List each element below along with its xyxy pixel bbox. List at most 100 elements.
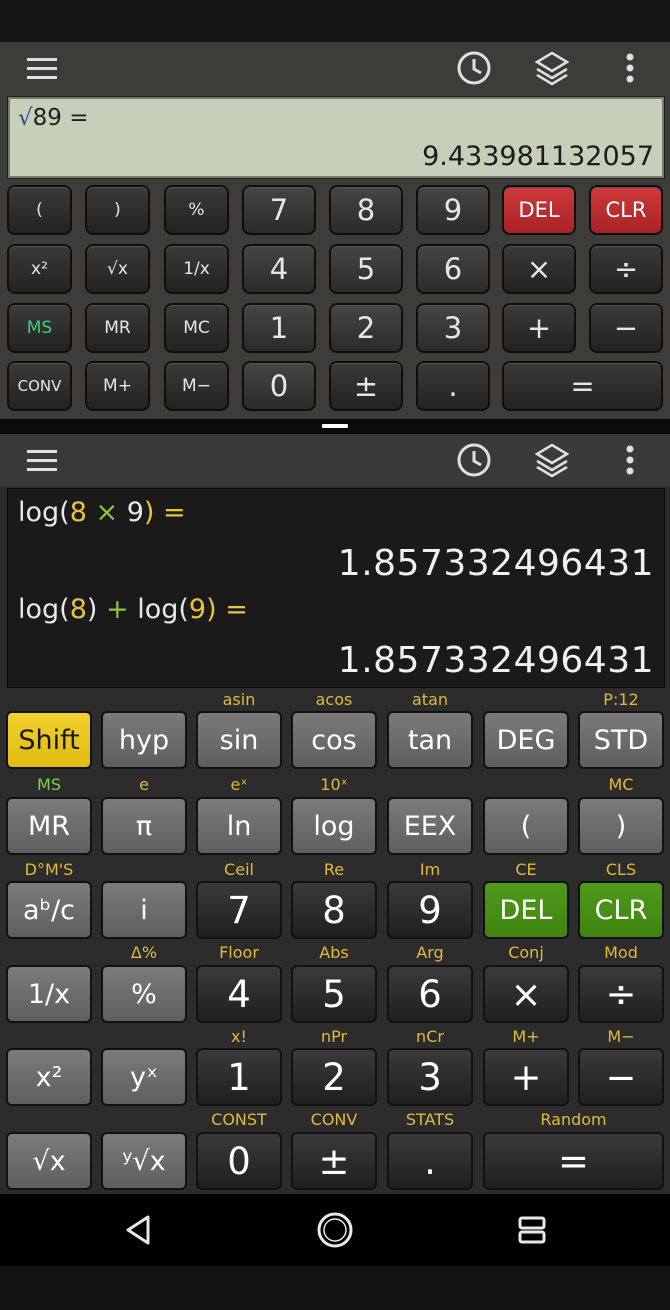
decimal-key[interactable]: .	[416, 361, 490, 411]
digit-4-key[interactable]: 4	[242, 244, 316, 294]
pi-key[interactable]: π	[101, 797, 187, 855]
digit-1-key[interactable]: 1	[242, 303, 316, 353]
digit-0-key[interactable]: 0	[196, 1132, 282, 1190]
decimal-key[interactable]: .	[387, 1132, 473, 1190]
memory-recall-key[interactable]: MR	[85, 303, 150, 353]
layers-icon[interactable]	[530, 46, 574, 90]
history-result-1: 1.857332496431	[337, 543, 654, 584]
minus-key[interactable]: −	[589, 303, 663, 353]
fraction-key[interactable]: aᵇ/c	[6, 881, 92, 939]
shift-label-mod: Mod	[604, 943, 638, 962]
digit-9-key[interactable]: 9	[416, 185, 490, 235]
digit-7-key[interactable]: 7	[242, 185, 316, 235]
reciprocal-key[interactable]: 1/x	[164, 244, 229, 294]
square-key[interactable]: x²	[7, 244, 72, 294]
memory-minus-key[interactable]: M−	[164, 361, 229, 411]
reciprocal-key[interactable]: 1/x	[6, 965, 92, 1023]
del-key[interactable]: DEL	[483, 881, 569, 939]
shift-key[interactable]: Shift	[6, 711, 92, 769]
sin-key[interactable]: sin	[196, 711, 282, 769]
history-clock-icon[interactable]	[452, 46, 496, 90]
deg-key[interactable]: DEG	[483, 711, 569, 769]
mr-key[interactable]: MR	[6, 797, 92, 855]
del-key[interactable]: DEL	[502, 185, 576, 235]
plus-key[interactable]: +	[502, 303, 576, 353]
clr-key[interactable]: CLR	[578, 881, 664, 939]
digit-6-key[interactable]: 6	[387, 965, 473, 1023]
nth-root-key[interactable]: ʸ√x	[101, 1132, 187, 1190]
digit-5-key[interactable]: 5	[291, 965, 377, 1023]
layers-icon[interactable]	[530, 438, 574, 482]
clr-key[interactable]: CLR	[589, 185, 663, 235]
digit-0-key[interactable]: 0	[242, 361, 316, 411]
history-clock-icon[interactable]	[452, 438, 496, 482]
percent-key[interactable]: %	[164, 185, 229, 235]
digit-1-key[interactable]: 1	[196, 1048, 282, 1106]
equals-key[interactable]: =	[502, 361, 663, 411]
memory-plus-key[interactable]: M+	[85, 361, 150, 411]
log-key[interactable]: log	[291, 797, 377, 855]
multiply-key[interactable]: ×	[483, 965, 569, 1023]
shift-label-abs: Abs	[319, 943, 349, 962]
square-key[interactable]: x²	[6, 1048, 92, 1106]
nav-recents-icon[interactable]	[510, 1208, 554, 1252]
power-key[interactable]: yˣ	[101, 1048, 187, 1106]
percent-key[interactable]: %	[101, 965, 187, 1023]
digit-4-key[interactable]: 4	[196, 965, 282, 1023]
plus-minus-key[interactable]: ±	[329, 361, 403, 411]
equals-key[interactable]: =	[483, 1132, 664, 1190]
digit-2-key[interactable]: 2	[329, 303, 403, 353]
digit-3-key[interactable]: 3	[416, 303, 490, 353]
digit-8-key[interactable]: 8	[329, 185, 403, 235]
lcd-display: √89 = 9.433981132057	[7, 96, 665, 179]
shift-label-im: Im	[419, 860, 441, 879]
hyp-key[interactable]: hyp	[101, 711, 187, 769]
more-vert-icon[interactable]	[608, 438, 652, 482]
imaginary-key[interactable]: i	[101, 881, 187, 939]
shift-label-re: Re	[323, 860, 345, 879]
eex-key[interactable]: EEX	[387, 797, 473, 855]
digit-3-key[interactable]: 3	[387, 1048, 473, 1106]
divider-handle[interactable]	[322, 424, 348, 428]
menu-icon[interactable]	[20, 438, 64, 482]
digit-9-key[interactable]: 9	[387, 881, 473, 939]
digit-8-key[interactable]: 8	[291, 881, 377, 939]
open-paren-key[interactable]: (	[7, 185, 72, 235]
digit-7-key[interactable]: 7	[196, 881, 282, 939]
shift-label-exp: eˣ	[230, 775, 248, 794]
open-paren-key[interactable]: (	[483, 797, 569, 855]
plus-key[interactable]: +	[483, 1048, 569, 1106]
current-result: 1.857332496431	[337, 640, 654, 681]
memory-clear-key[interactable]: MC	[164, 303, 229, 353]
digit-2-key[interactable]: 2	[291, 1048, 377, 1106]
more-vert-icon[interactable]	[608, 46, 652, 90]
nav-home-icon[interactable]	[313, 1208, 357, 1252]
std-key[interactable]: STD	[578, 711, 664, 769]
ln-key[interactable]: ln	[196, 797, 282, 855]
memory-store-key[interactable]: MS	[7, 303, 72, 353]
divide-key[interactable]: ÷	[578, 965, 664, 1023]
shift-label-floor: Floor	[219, 943, 259, 962]
sqrt-key[interactable]: √x	[85, 244, 150, 294]
shift-label-conv: CONV	[310, 1110, 358, 1129]
lcd-result: 9.433981132057	[422, 141, 654, 172]
plus-minus-key[interactable]: ±	[291, 1132, 377, 1190]
divide-key[interactable]: ÷	[589, 244, 663, 294]
bottom-toolbar	[0, 434, 670, 486]
close-paren-key[interactable]: )	[578, 797, 664, 855]
sqrt-key[interactable]: √x	[6, 1132, 92, 1190]
convert-key[interactable]: CONV	[7, 361, 72, 411]
cos-key[interactable]: cos	[291, 711, 377, 769]
shift-label-const: CONST	[211, 1110, 267, 1129]
navigation-bar	[0, 1194, 670, 1266]
digit-6-key[interactable]: 6	[416, 244, 490, 294]
menu-icon[interactable]	[20, 46, 64, 90]
nav-back-icon[interactable]	[116, 1208, 160, 1252]
multiply-key[interactable]: ×	[502, 244, 576, 294]
minus-key[interactable]: −	[578, 1048, 664, 1106]
digit-5-key[interactable]: 5	[329, 244, 403, 294]
shift-label-ce: CE	[515, 860, 537, 879]
tan-key[interactable]: tan	[387, 711, 473, 769]
sqrt-symbol: √	[18, 105, 33, 131]
close-paren-key[interactable]: )	[85, 185, 150, 235]
